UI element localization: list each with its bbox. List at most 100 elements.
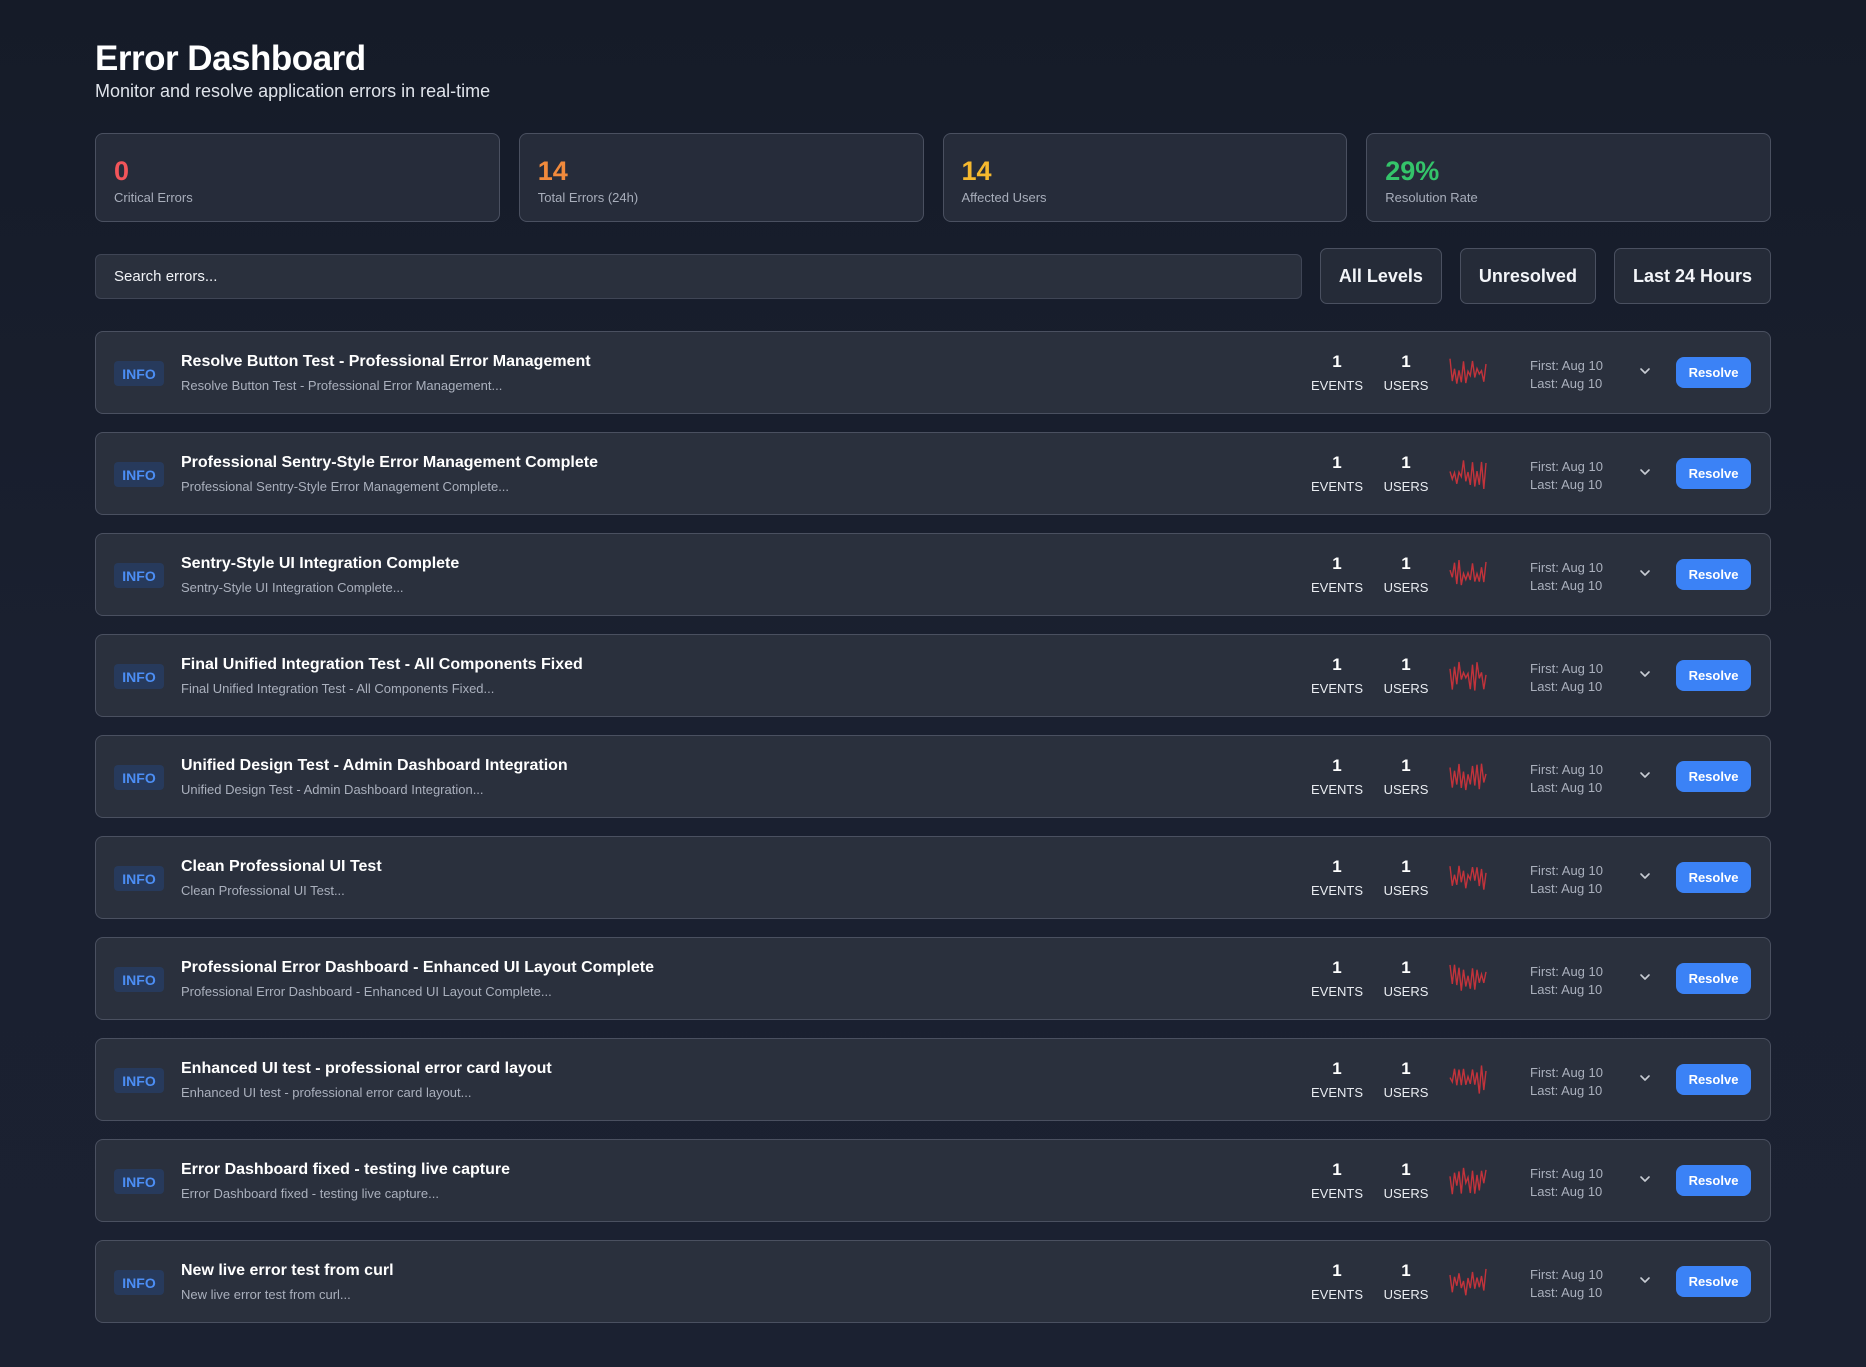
sparkline-icon — [1449, 358, 1487, 384]
level-badge: INFO — [114, 563, 164, 588]
first-seen: First: Aug 10 — [1530, 560, 1603, 575]
events-metric: 1 EVENTS — [1307, 958, 1367, 999]
users-count: 1 — [1401, 857, 1411, 876]
first-seen: First: Aug 10 — [1530, 762, 1603, 777]
error-row[interactable]: INFO Professional Sentry-Style Error Man… — [95, 432, 1771, 515]
level-filter-dropdown[interactable]: All Levels — [1319, 248, 1442, 304]
level-badge: INFO — [114, 1169, 164, 1194]
page-subtitle: Monitor and resolve application errors i… — [95, 81, 491, 101]
resolve-button[interactable]: Resolve — [1676, 963, 1751, 994]
error-description: Clean Professional UI Test... — [181, 883, 345, 898]
error-title[interactable]: Unified Design Test - Admin Dashboard In… — [181, 756, 568, 776]
chevron-down-icon[interactable] — [1636, 463, 1654, 481]
first-seen: First: Aug 10 — [1530, 863, 1603, 878]
sparkline-icon — [1449, 460, 1487, 489]
events-count: 1 — [1332, 756, 1342, 775]
resolve-button[interactable]: Resolve — [1676, 1266, 1751, 1297]
chevron-down-icon[interactable] — [1636, 362, 1654, 380]
chevron-down-icon[interactable] — [1636, 564, 1654, 582]
users-metric: 1 USERS — [1376, 1059, 1436, 1100]
error-description: Sentry-Style UI Integration Complete... — [181, 580, 404, 595]
events-metric: 1 EVENTS — [1307, 1160, 1367, 1201]
events-label: EVENTS — [1310, 479, 1363, 494]
error-title[interactable]: Professional Error Dashboard - Enhanced … — [181, 958, 654, 978]
stat-card-affected-users: 14 Affected Users — [942, 133, 1348, 222]
resolve-button[interactable]: Resolve — [1676, 559, 1751, 590]
last-seen: Last: Aug 10 — [1530, 1184, 1603, 1199]
error-title[interactable]: Clean Professional UI Test — [181, 857, 382, 877]
events-count: 1 — [1332, 655, 1342, 674]
users-label: USERS — [1383, 1186, 1429, 1201]
last-seen: Last: Aug 10 — [1530, 1083, 1603, 1098]
stat-value: 14 — [961, 156, 992, 186]
sparkline-icon — [1449, 1065, 1487, 1094]
sparkline-icon — [1449, 964, 1487, 991]
chevron-down-icon[interactable] — [1636, 1170, 1654, 1188]
error-dates: First: Aug 10 Last: Aug 10 — [1530, 963, 1603, 999]
error-row[interactable]: INFO Resolve Button Test - Professional … — [95, 331, 1771, 414]
status-filter-dropdown[interactable]: Unresolved — [1459, 248, 1596, 304]
stat-label: Critical Errors — [114, 190, 193, 205]
events-count: 1 — [1332, 453, 1342, 472]
error-row[interactable]: INFO Final Unified Integration Test - Al… — [95, 634, 1771, 717]
error-title[interactable]: Enhanced UI test - professional error ca… — [181, 1059, 552, 1079]
chevron-down-icon[interactable] — [1636, 665, 1654, 683]
stat-label: Resolution Rate — [1385, 190, 1478, 205]
users-count: 1 — [1401, 958, 1411, 977]
users-metric: 1 USERS — [1376, 352, 1436, 393]
chevron-down-icon[interactable] — [1636, 1271, 1654, 1289]
error-row[interactable]: INFO Sentry-Style UI Integration Complet… — [95, 533, 1771, 616]
resolve-button[interactable]: Resolve — [1676, 357, 1751, 388]
error-row[interactable]: INFO Clean Professional UI Test Clean Pr… — [95, 836, 1771, 919]
events-count: 1 — [1332, 1261, 1342, 1280]
users-count: 1 — [1401, 1059, 1411, 1078]
error-row[interactable]: INFO Unified Design Test - Admin Dashboa… — [95, 735, 1771, 818]
time-range-filter-dropdown[interactable]: Last 24 Hours — [1613, 248, 1771, 304]
error-title[interactable]: Error Dashboard fixed - testing live cap… — [181, 1160, 510, 1180]
error-title[interactable]: Professional Sentry-Style Error Manageme… — [181, 453, 598, 473]
resolve-button[interactable]: Resolve — [1676, 1165, 1751, 1196]
resolve-button[interactable]: Resolve — [1676, 1064, 1751, 1095]
events-label: EVENTS — [1310, 883, 1363, 898]
users-label: USERS — [1383, 580, 1429, 595]
users-count: 1 — [1401, 453, 1411, 472]
users-metric: 1 USERS — [1376, 1261, 1436, 1302]
resolve-button[interactable]: Resolve — [1676, 458, 1751, 489]
chevron-down-icon[interactable] — [1636, 867, 1654, 885]
level-badge: INFO — [114, 1270, 164, 1295]
error-title[interactable]: New live error test from curl — [181, 1261, 394, 1281]
resolve-button[interactable]: Resolve — [1676, 761, 1751, 792]
error-title[interactable]: Final Unified Integration Test - All Com… — [181, 655, 583, 675]
error-row[interactable]: INFO Error Dashboard fixed - testing liv… — [95, 1139, 1771, 1222]
error-dates: First: Aug 10 Last: Aug 10 — [1530, 862, 1603, 898]
level-badge: INFO — [114, 462, 164, 487]
error-list: INFO Resolve Button Test - Professional … — [95, 331, 1771, 1323]
stat-value: 0 — [114, 156, 130, 186]
events-label: EVENTS — [1310, 1287, 1363, 1302]
error-row[interactable]: INFO New live error test from curl New l… — [95, 1240, 1771, 1323]
sparkline-icon — [1449, 1167, 1487, 1195]
chevron-down-icon[interactable] — [1636, 766, 1654, 784]
search-input[interactable]: Search errors... — [95, 253, 1302, 299]
events-label: EVENTS — [1310, 378, 1363, 393]
chevron-down-icon[interactable] — [1636, 1069, 1654, 1087]
error-dates: First: Aug 10 Last: Aug 10 — [1530, 1064, 1603, 1100]
resolve-button[interactable]: Resolve — [1676, 862, 1751, 893]
users-metric: 1 USERS — [1376, 554, 1436, 595]
stat-label: Total Errors (24h) — [537, 190, 639, 205]
error-row[interactable]: INFO Professional Error Dashboard - Enha… — [95, 937, 1771, 1020]
error-title[interactable]: Resolve Button Test - Professional Error… — [181, 352, 591, 372]
users-label: USERS — [1383, 782, 1429, 797]
error-title[interactable]: Sentry-Style UI Integration Complete — [181, 554, 459, 574]
events-label: EVENTS — [1310, 782, 1363, 797]
users-label: USERS — [1383, 984, 1429, 999]
error-text: New live error test from curl New live e… — [181, 1261, 394, 1302]
error-dates: First: Aug 10 Last: Aug 10 — [1530, 660, 1603, 696]
resolve-button[interactable]: Resolve — [1676, 660, 1751, 691]
error-text: Unified Design Test - Admin Dashboard In… — [181, 756, 568, 797]
stat-card-total-errors: 14 Total Errors (24h) — [518, 133, 924, 222]
events-count: 1 — [1332, 958, 1342, 977]
first-seen: First: Aug 10 — [1530, 1065, 1603, 1080]
chevron-down-icon[interactable] — [1636, 968, 1654, 986]
error-row[interactable]: INFO Enhanced UI test - professional err… — [95, 1038, 1771, 1121]
